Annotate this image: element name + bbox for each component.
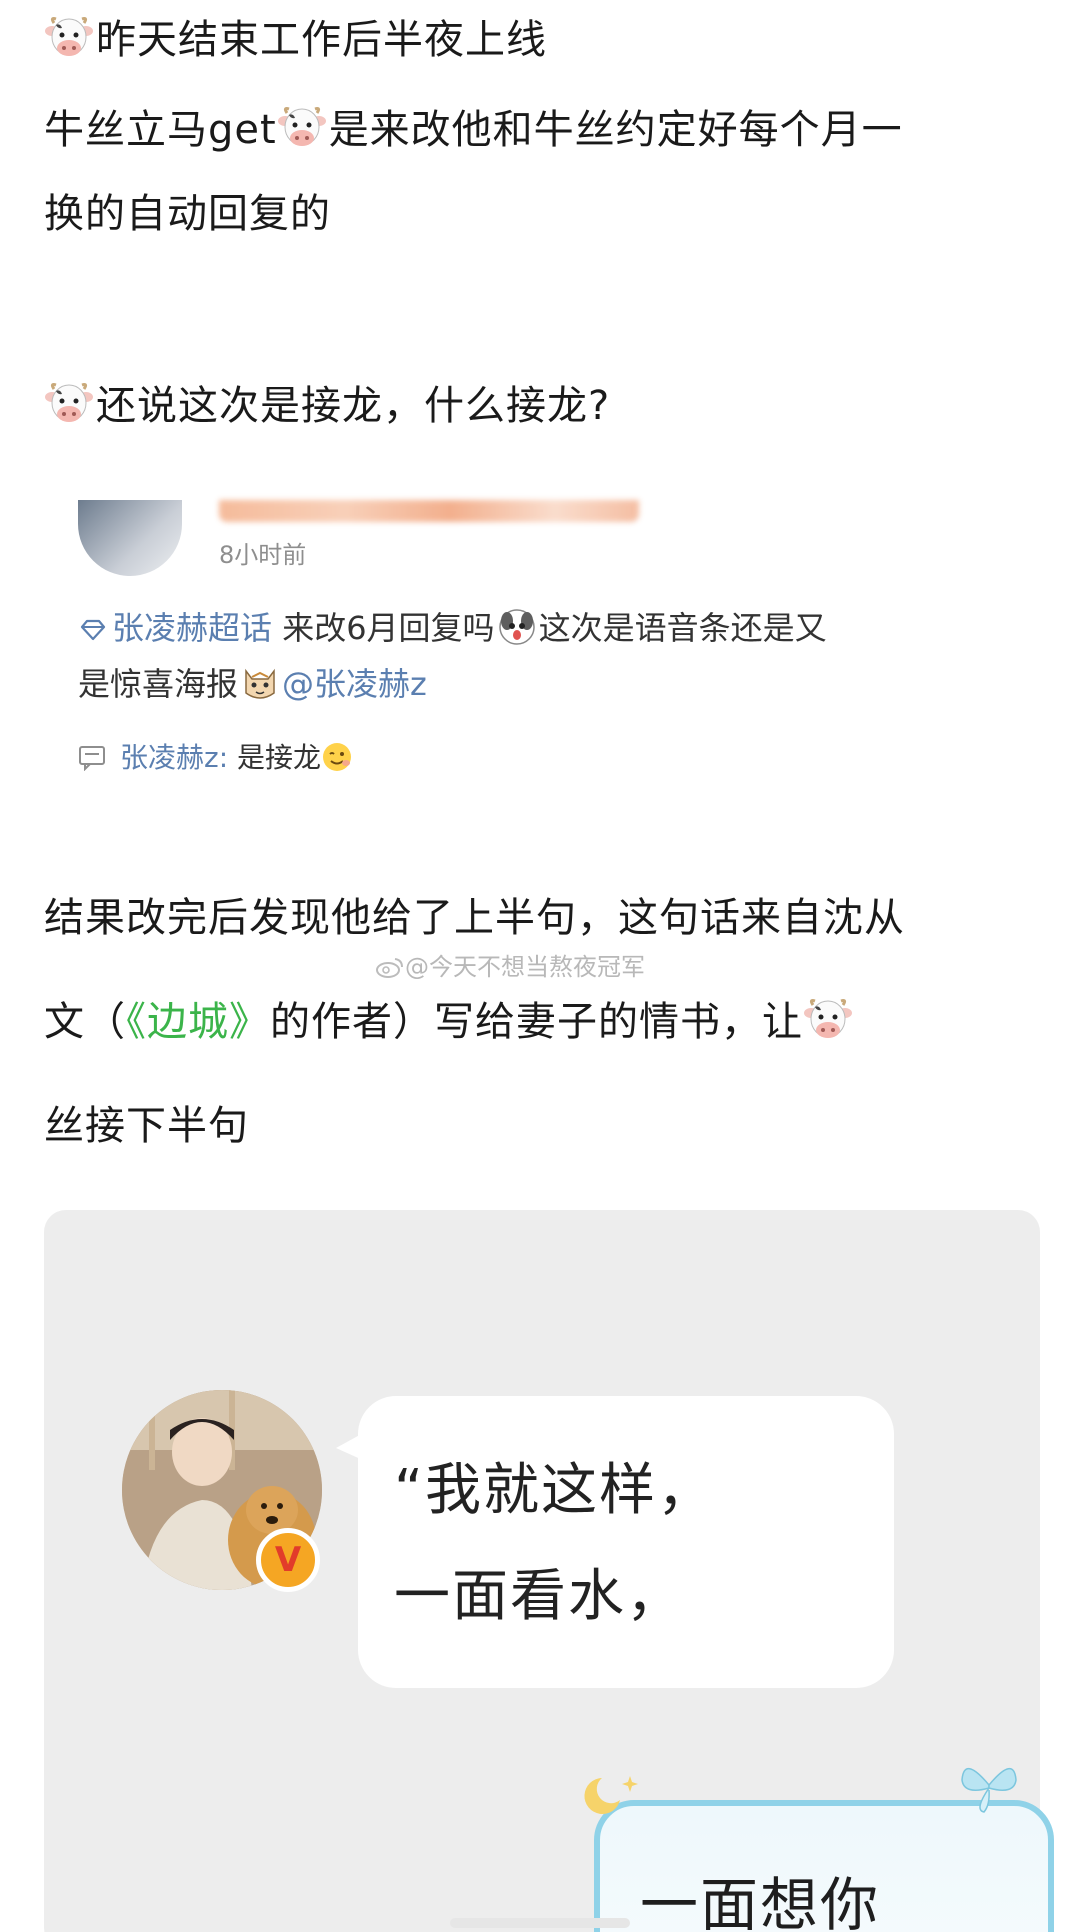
paragraph-1-line-3: 换的自动回复的 [44,191,331,237]
paragraph-1-line-1: 昨天结束工作后半夜上线 [44,10,1044,70]
quote-line-2: 一面看水， [394,1564,684,1629]
moon-star-icon [584,1776,638,1814]
paragraph-1-line-2: 牛丝立马get 是来改他和牛丝约定好每个月一 [44,100,1044,160]
cow-icon [803,997,853,1043]
cat-emoji-icon [245,668,275,699]
comment-icon [79,746,105,771]
cow-icon [277,105,327,151]
paragraph-1-text-1: 昨天结束工作后半夜上线 [96,17,547,63]
embedded-post-card[interactable]: 8小时前 张凌赫超话 来改6月回复吗 这次是语音条还是又 是惊喜海报 @张凌赫z 张… [44,500,1034,800]
reply-preview[interactable]: 张凌赫z: 是接龙 [78,738,353,778]
paragraph-1-text-2b: 是来改他和牛丝约定好每个月一 [328,107,903,153]
paragraph-3-line-1: 结果改完后发现他给了上半句，这句话来自沈从 [44,895,905,941]
post-timestamp: 8小时前 [219,541,307,569]
paragraph-3: 结果改完后发现他给了上半句，这句话来自沈从 文（《边城》的作者）写给妻子的情书，… [44,888,1044,1156]
paragraph-3-line-2: 文（《边城》的作者）写给妻子的情书，让 [44,992,1044,1052]
weibo-watermark: @今天不想当熬夜冠军 [375,952,645,982]
paragraph-1: 昨天结束工作后半夜上线 牛丝立马get 是来改他和牛丝约定好每个月一 换的自动回… [44,10,1044,244]
wink-emoji-icon [323,743,352,771]
reply-bubble-text: 一面想你 [640,1871,881,1932]
post-screenshot: 昨天结束工作后半夜上线 牛丝立马get 是来改他和牛丝约定好每个月一 换的自动回… [0,0,1080,1932]
mention-link[interactable]: @张凌赫z [282,665,427,703]
paragraph-2-text: 还说这次是接龙，什么接龙? [96,383,611,429]
post-body: 张凌赫超话 来改6月回复吗 这次是语音条还是又 是惊喜海报 @张凌赫z [78,600,1038,712]
quote-bubble-text: “我就这样， 一面看水， [394,1438,874,1650]
topic-label: 张凌赫超话 [112,609,273,647]
quote-line-1: “我就这样， [394,1458,716,1523]
auto-reply-panel: V “我就这样， 一面看水， 一面想你 [44,1210,1054,1932]
cow-icon [44,381,94,427]
dog-emoji-icon [498,609,535,645]
verified-badge-icon: V [256,1528,320,1592]
diamond-icon [80,619,106,641]
book-title: 《边城》 [126,999,270,1045]
topic-link[interactable]: 张凌赫超话 [78,609,272,647]
paragraph-1-text-2a: 牛丝立马get [44,107,277,153]
post-avatar[interactable] [78,500,182,576]
paragraph-2: 还说这次是接龙，什么接龙? [44,376,1044,436]
paragraph-3-text-2b: 的作者）写给妻子的情书，让 [270,999,803,1045]
cow-icon [44,15,94,61]
reply-author[interactable]: 张凌赫z: [120,741,228,774]
paragraph-3-text-2a: 文（ [44,999,126,1045]
post-username-blurred [219,500,639,522]
paragraph-3-line-3: 丝接下半句 [44,1103,249,1149]
post-text-b: 这次是语音条还是又 [538,609,827,647]
reply-text: 是接龙 [237,741,322,774]
watermark-text: @今天不想当熬夜冠军 [405,953,645,981]
home-indicator[interactable] [450,1918,630,1928]
weibo-logo-icon [376,958,403,978]
post-text-a: 来改6月回复吗 [282,609,495,647]
butterfly-icon [961,1768,1017,1813]
post-text-c: 是惊喜海报 [78,665,239,703]
